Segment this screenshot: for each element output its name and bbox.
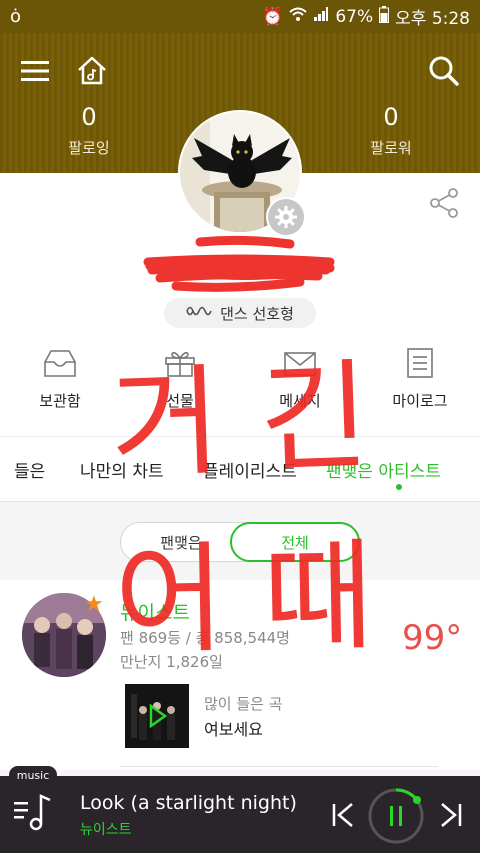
- profile-tabs: 들은 나만의 차트 플레이리스트 팬맺은 아티스트: [0, 436, 480, 502]
- artist-name[interactable]: 뉴이스트: [120, 598, 190, 625]
- follower-label: 팔로워: [370, 139, 412, 157]
- menu-icon[interactable]: [15, 51, 55, 91]
- log-icon: [406, 348, 434, 382]
- menu-item-label: 마이로그: [392, 392, 448, 410]
- album-cover[interactable]: [125, 684, 189, 748]
- following-stat[interactable]: 0 팔로잉: [44, 103, 134, 158]
- profile-settings-gear-icon[interactable]: [266, 197, 306, 237]
- pause-button[interactable]: [366, 786, 426, 846]
- playlist-icon[interactable]: [12, 790, 56, 836]
- segment-fan-option[interactable]: 팬맺은: [121, 523, 241, 561]
- menu-item-gift[interactable]: 선물: [120, 348, 240, 418]
- following-label: 팔로잉: [68, 139, 110, 157]
- divider: [120, 766, 438, 767]
- gift-icon: [164, 348, 196, 382]
- menu-item-label: 메세지: [279, 392, 321, 410]
- alarm-icon: ⏰: [262, 6, 284, 27]
- name-redaction-scribble: [143, 235, 335, 292]
- now-playing-title[interactable]: Look (a starlight night): [80, 792, 297, 814]
- menu-item-message[interactable]: 메세지: [240, 348, 360, 418]
- battery-icon: [379, 5, 390, 28]
- segment-all-option[interactable]: 전체: [230, 522, 360, 562]
- tab-my-chart[interactable]: 나만의 차트: [80, 457, 164, 482]
- genre-label: 댄스 선호형: [220, 304, 294, 323]
- signal-icon: [313, 6, 329, 27]
- tab-playlist[interactable]: 플레이리스트: [203, 457, 297, 482]
- music-badge: music: [9, 766, 57, 784]
- active-tab-indicator: [396, 484, 402, 490]
- menu-item-storage[interactable]: 보관함: [0, 348, 120, 418]
- app-root: ȯ ⏰ 67% 오후 5:28 0 팔로잉 0 팔로워 댄스 선호형 보관함 선…: [0, 0, 480, 853]
- artist-fan-rank: 팬 869등 / 총 858,544명: [120, 629, 290, 647]
- melon-notification-icon: ȯ: [10, 6, 22, 27]
- previous-track-icon[interactable]: [328, 798, 358, 832]
- tab-fan-artists[interactable]: 팬맺은 아티스트: [326, 457, 441, 482]
- battery-percent: 67%: [335, 6, 374, 27]
- favorite-star-icon[interactable]: ★: [84, 592, 104, 617]
- genre-preference-badge[interactable]: 댄스 선호형: [164, 298, 316, 328]
- inbox-icon: [43, 348, 77, 382]
- follower-count: 0: [383, 103, 399, 131]
- fan-temperature: 99°: [402, 618, 463, 658]
- status-bar: ȯ ⏰ 67% 오후 5:28: [0, 0, 480, 33]
- wifi-icon: [289, 6, 308, 27]
- home-icon[interactable]: [72, 51, 112, 91]
- menu-item-label: 선물: [166, 392, 194, 410]
- menu-item-label: 보관함: [39, 392, 81, 410]
- clock: 오후 5:28: [395, 9, 470, 29]
- message-icon: [283, 348, 317, 382]
- search-icon[interactable]: [424, 51, 464, 91]
- follower-stat[interactable]: 0 팔로워: [346, 103, 436, 158]
- profile-menu: 보관함 선물 메세지 마이로그: [0, 348, 480, 418]
- following-count: 0: [81, 103, 97, 131]
- now-playing-artist[interactable]: 뉴이스트: [80, 819, 132, 839]
- tab-listened[interactable]: 들은: [14, 457, 45, 482]
- artist-days-together: 만난지 1,826일: [120, 653, 223, 671]
- most-played-label: 많이 들은 곡: [204, 695, 283, 713]
- waveform-icon: [186, 303, 212, 323]
- fan-filter-segment: 팬맺은 전체: [120, 522, 360, 562]
- menu-item-mylog[interactable]: 마이로그: [360, 348, 480, 418]
- share-icon[interactable]: [428, 186, 462, 220]
- most-played-song[interactable]: 여보세요: [204, 716, 263, 740]
- next-track-icon[interactable]: [436, 798, 466, 832]
